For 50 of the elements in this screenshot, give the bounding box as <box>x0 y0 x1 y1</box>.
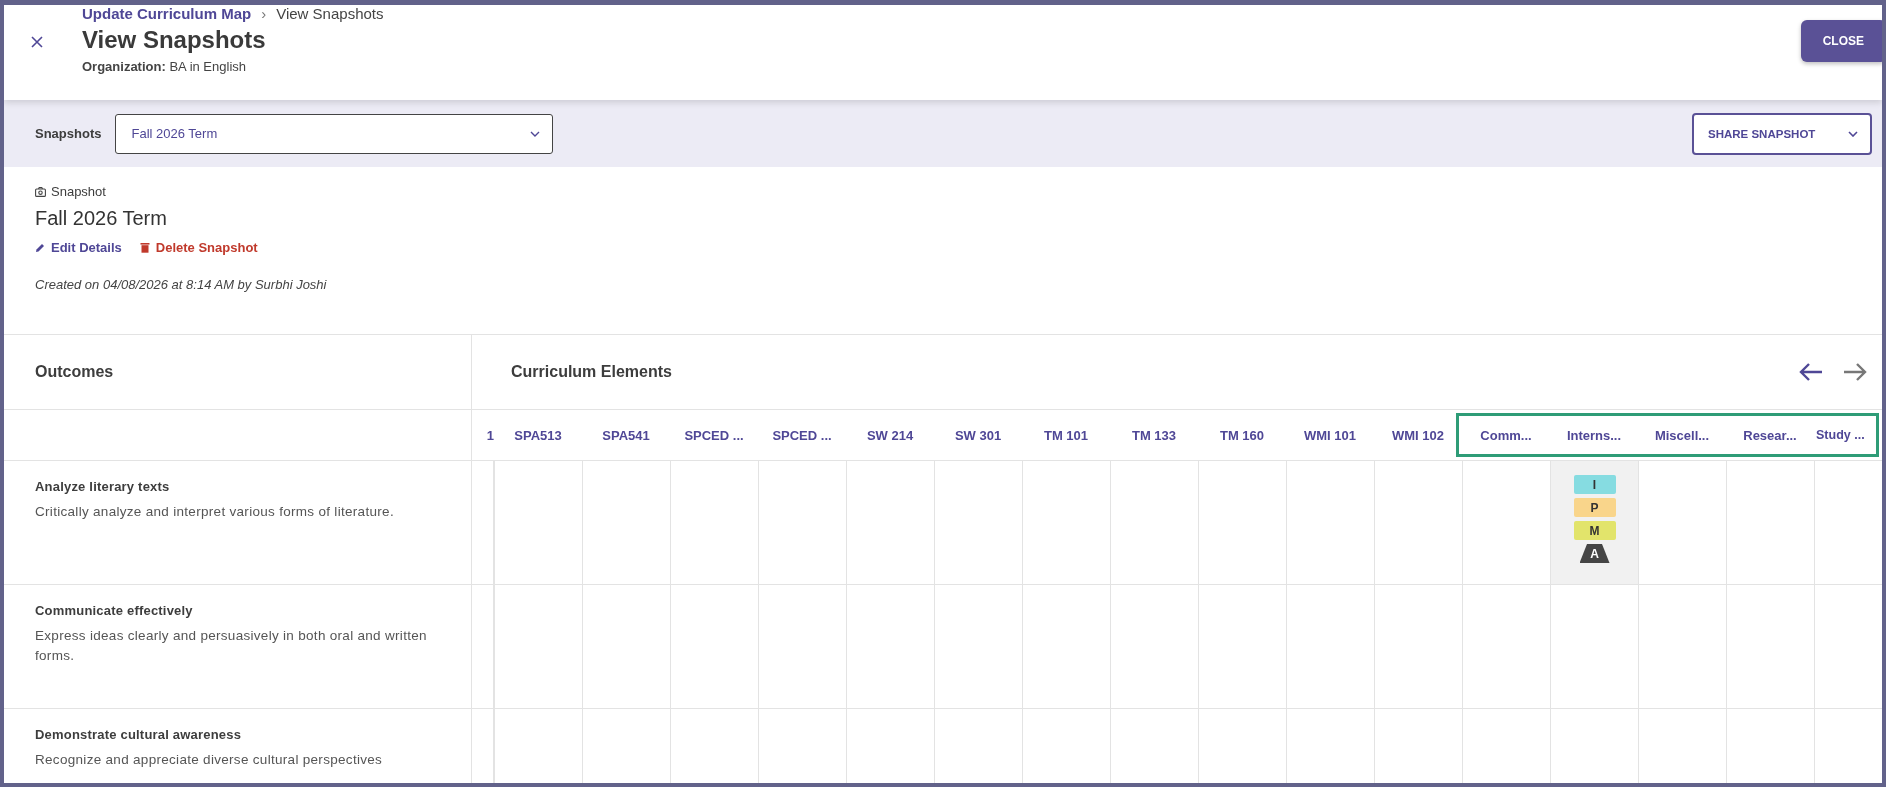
column-header[interactable]: SW 301 <box>934 410 1022 460</box>
trash-icon <box>139 242 150 253</box>
edit-details-link[interactable]: Edit Details <box>35 240 122 255</box>
close-icon[interactable] <box>30 35 44 49</box>
organization-text: Organization: BA in English <box>82 59 247 74</box>
breadcrumb-current: View Snapshots <box>276 5 384 22</box>
column-header[interactable]: SPCED ... <box>758 410 846 460</box>
snapshot-select[interactable]: Fall 2026 Term <box>115 113 554 154</box>
page-title: View Snapshots <box>82 26 267 54</box>
column-header[interactable]: SPCED ... <box>670 410 758 460</box>
outcomes-heading: Outcomes <box>35 363 114 381</box>
outcome-title: Demonstrate cultural awareness <box>35 727 243 742</box>
camera-icon <box>35 186 46 197</box>
column-header[interactable]: SPA541 <box>582 410 670 460</box>
snapshot-title: Fall 2026 Term <box>35 207 168 230</box>
column-header[interactable]: Interns... <box>1550 410 1638 460</box>
breadcrumb-link[interactable]: Update Curriculum Map <box>82 5 252 22</box>
level-badge: M <box>1573 521 1616 540</box>
snapshot-caption: Snapshot <box>51 184 106 199</box>
close-button[interactable]: CLOSE <box>1800 20 1882 62</box>
level-badge: I <box>1573 475 1616 494</box>
chevron-down-icon <box>530 130 541 137</box>
column-header[interactable]: TM 160 <box>1198 410 1286 460</box>
column-header[interactable]: WMI 101 <box>1286 410 1374 460</box>
column-header[interactable]: Comm... <box>1462 410 1550 460</box>
outcome-description: Express ideas clearly and persuasively in both oral and written forms. <box>35 627 428 665</box>
breadcrumb-separator: › <box>261 5 267 22</box>
level-badge: P <box>1573 498 1616 517</box>
column-header[interactable]: WMI 102 <box>1374 410 1462 460</box>
column-header[interactable]: 1 <box>472 410 494 460</box>
outcome-description: Critically analyze and interpret various forms of literature. <box>35 503 395 521</box>
column-header[interactable]: Miscell... <box>1638 410 1726 460</box>
assessment-badge: A <box>1579 544 1610 563</box>
column-header[interactable]: TM 101 <box>1022 410 1110 460</box>
left-arrow-icon[interactable] <box>1798 361 1824 383</box>
share-snapshot-button[interactable]: SHARE SNAPSHOT <box>1692 112 1872 155</box>
chevron-down-icon <box>1848 130 1858 137</box>
created-info: Created on 04/08/2026 at 8:14 AM by Surbhi Joshi <box>35 277 328 292</box>
column-header[interactable]: Study ... <box>1814 410 1882 460</box>
column-header[interactable]: SW 214 <box>846 410 934 460</box>
delete-snapshot-link[interactable]: Delete Snapshot <box>139 240 258 255</box>
outcome-title: Analyze literary texts <box>35 479 171 494</box>
column-header[interactable]: Resear... <box>1726 410 1814 460</box>
pencil-icon <box>35 242 45 253</box>
outcome-title: Communicate effectively <box>35 603 194 618</box>
snapshots-label: Snapshots <box>35 126 102 141</box>
column-header[interactable]: SPA513 <box>494 410 582 460</box>
column-header[interactable]: TM 133 <box>1110 410 1198 460</box>
outcome-description: Recognize and appreciate diverse cultural perspectives <box>35 751 384 769</box>
curriculum-elements-heading: Curriculum Elements <box>511 363 672 381</box>
